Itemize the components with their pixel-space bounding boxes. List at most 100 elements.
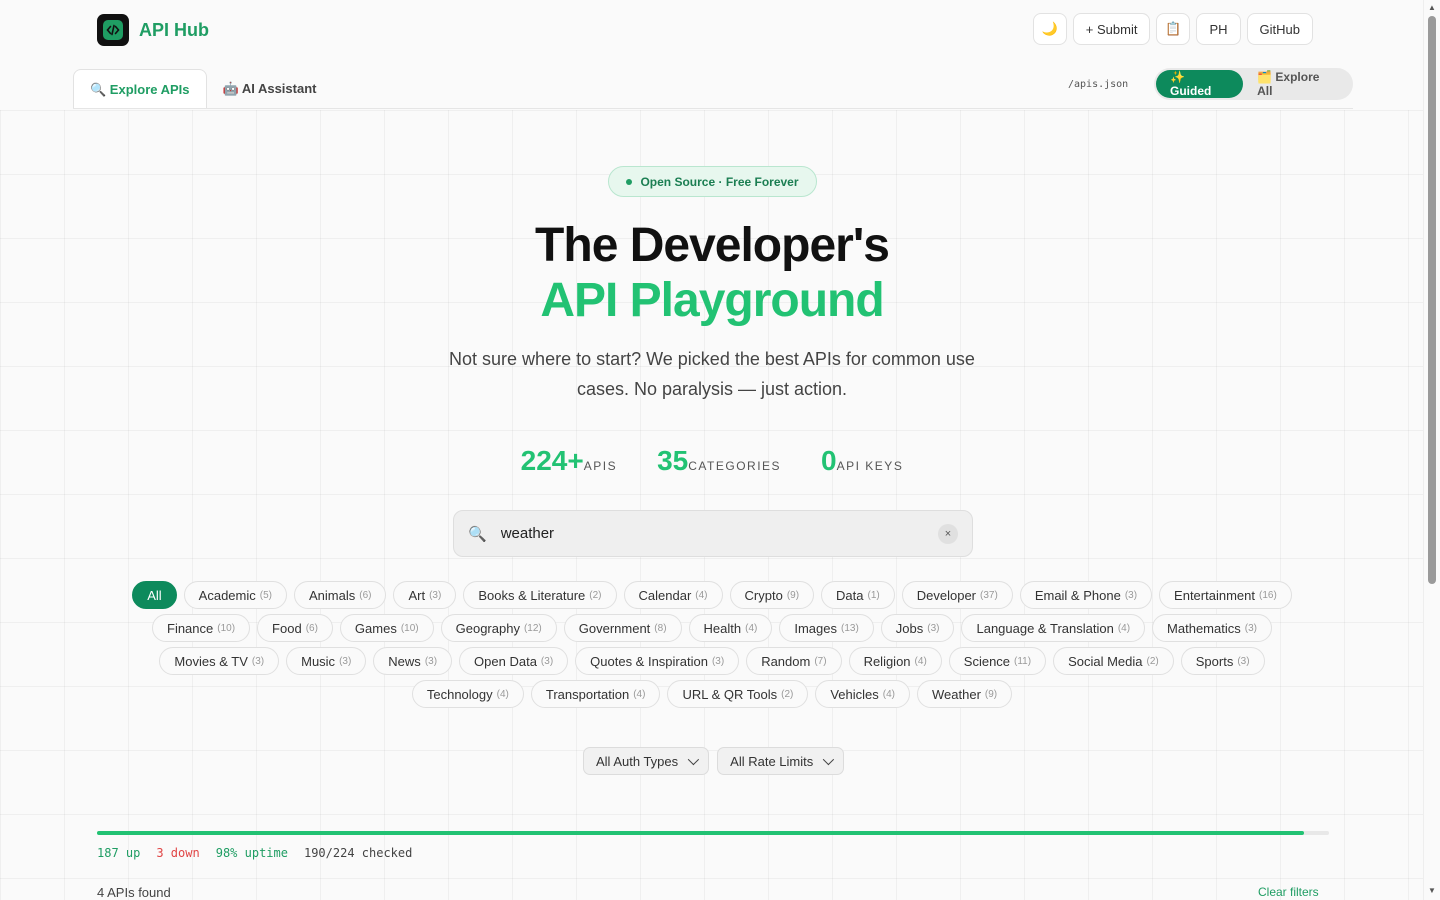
category-chip-count: (6)	[305, 622, 318, 634]
guided-mode-button[interactable]: ✨ Guided	[1156, 70, 1244, 98]
github-button[interactable]: GitHub	[1246, 13, 1313, 45]
category-chip-count: (8)	[654, 622, 667, 634]
category-chip-open-data[interactable]: Open Data (3)	[459, 647, 569, 675]
category-chip-label: Finance	[167, 620, 214, 636]
category-chip-count: (3)	[251, 655, 265, 667]
category-chip-jobs[interactable]: Jobs (3)	[880, 614, 955, 642]
category-chip-label: Art	[408, 587, 426, 603]
stat-api-keys: 0 API KEYS	[821, 445, 903, 477]
category-chip-crypto[interactable]: Crypto (9)	[729, 581, 815, 609]
category-chip-geography[interactable]: Geography (12)	[440, 614, 557, 642]
category-chip-health[interactable]: Health (4)	[688, 614, 773, 642]
category-chip-weather[interactable]: Weather (9)	[917, 680, 1013, 708]
stat-apis: 224+ APIS	[521, 445, 617, 477]
category-chip-images[interactable]: Images (13)	[779, 614, 874, 642]
category-chip-quotes-inspiration[interactable]: Quotes & Inspiration (3)	[575, 647, 740, 675]
category-chip-data[interactable]: Data (1)	[821, 581, 895, 609]
theme-toggle-button[interactable]: 🌙	[1032, 13, 1067, 45]
category-chip-label: Music	[301, 653, 336, 669]
category-chip-sports[interactable]: Sports (3)	[1180, 647, 1265, 675]
category-chip-vehicles[interactable]: Vehicles (4)	[815, 680, 910, 708]
tab-ai-assistant[interactable]: 🤖 AI Assistant	[207, 69, 333, 109]
category-chip-government[interactable]: Government (8)	[563, 614, 682, 642]
category-chip-count: (10)	[400, 622, 419, 634]
category-chip-count: (1)	[867, 589, 880, 601]
category-chip-calendar[interactable]: Calendar (4)	[623, 581, 723, 609]
category-chip-language-translation[interactable]: Language & Translation (4)	[961, 614, 1146, 642]
health-status: 187 up 3 down 98% uptime 190/224 checked	[97, 846, 412, 860]
clear-filters-link[interactable]: Clear filters	[1258, 885, 1319, 899]
scroll-down-arrow-icon[interactable]: ▼	[1428, 886, 1436, 895]
category-chip-games[interactable]: Games (10)	[339, 614, 434, 642]
category-chip-label: Religion	[863, 653, 911, 669]
search-bar: 🔍 ×	[453, 510, 973, 557]
category-chip-count: (2)	[781, 688, 794, 700]
category-chip-books-literature[interactable]: Books & Literature (2)	[463, 581, 617, 609]
scrollbar-thumb[interactable]	[1428, 16, 1436, 584]
product-hunt-button[interactable]: PH	[1196, 13, 1241, 45]
category-chip-count: (4)	[695, 589, 708, 601]
category-chip-label: Animals	[308, 587, 356, 603]
category-chip-label: Email & Phone	[1034, 587, 1121, 603]
category-chip-count: (4)	[633, 688, 646, 700]
chevron-down-icon	[822, 753, 835, 766]
category-chip-news[interactable]: News (3)	[373, 647, 453, 675]
rate-limit-value: All Rate Limits	[730, 753, 814, 769]
checked-count: 190/224 checked	[303, 846, 413, 860]
category-chip-count: (3)	[429, 589, 442, 601]
clear-search-button[interactable]: ×	[938, 523, 958, 544]
category-chip-label: Language & Translation	[976, 620, 1114, 636]
category-chip-label: Random	[761, 653, 811, 669]
category-chip-food[interactable]: Food (6)	[257, 614, 333, 642]
category-chip-label: Quotes & Inspiration	[590, 653, 708, 669]
scroll-up-arrow-icon[interactable]: ▲	[1428, 3, 1436, 12]
category-chip-social-media[interactable]: Social Media (2)	[1053, 647, 1174, 675]
rate-limit-select[interactable]: All Rate Limits	[717, 747, 845, 775]
category-chip-religion[interactable]: Religion (4)	[848, 647, 942, 675]
category-chip-developer[interactable]: Developer (37)	[901, 581, 1013, 609]
category-chip-music[interactable]: Music (3)	[286, 647, 367, 675]
apis-json-link[interactable]: /apis.json	[1068, 79, 1128, 90]
up-count: 187 up	[97, 846, 141, 860]
explore-all-mode-button[interactable]: 🗂️ Explore All	[1243, 70, 1351, 98]
category-chip-label: Health	[703, 620, 742, 636]
category-chip-label: Academic	[198, 587, 256, 603]
page-scrollbar[interactable]: ▲ ▼	[1423, 0, 1440, 900]
category-chip-label: Government	[578, 620, 651, 636]
auth-type-select[interactable]: All Auth Types	[583, 747, 710, 775]
category-chip-random[interactable]: Random (7)	[746, 647, 842, 675]
category-chip-label: URL & QR Tools	[682, 686, 778, 702]
category-chip-all[interactable]: All	[132, 581, 177, 609]
category-chip-label: Open Data	[474, 653, 537, 669]
tab-explore-apis[interactable]: 🔍 Explore APIs	[73, 69, 207, 109]
clipboard-button[interactable]: 📋	[1156, 13, 1191, 45]
stat-categories: 35 CATEGORIES	[657, 445, 781, 477]
category-chip-count: (3)	[1124, 589, 1138, 601]
category-chip-movies-tv[interactable]: Movies & TV (3)	[159, 647, 280, 675]
search-input[interactable]	[498, 524, 938, 543]
category-chip-technology[interactable]: Technology (4)	[411, 680, 524, 708]
category-chip-label: Mathematics	[1167, 620, 1241, 636]
submit-button[interactable]: + Submit	[1072, 13, 1151, 45]
category-chip-count: (37)	[980, 589, 998, 601]
category-chip-label: Weather	[932, 686, 981, 702]
code-icon	[97, 14, 129, 46]
category-chip-academic[interactable]: Academic (5)	[183, 581, 287, 609]
category-chip-count: (2)	[1146, 655, 1159, 667]
category-chip-label: Sports	[1195, 653, 1234, 669]
logo[interactable]: API Hub	[97, 14, 209, 46]
category-chip-finance[interactable]: Finance (10)	[152, 614, 251, 642]
open-source-badge: Open Source · Free Forever	[608, 166, 817, 197]
category-chip-email-phone[interactable]: Email & Phone (3)	[1019, 581, 1153, 609]
category-chip-transportation[interactable]: Transportation (4)	[530, 680, 661, 708]
category-chip-url-qr-tools[interactable]: URL & QR Tools (2)	[667, 680, 809, 708]
category-chip-entertainment[interactable]: Entertainment (16)	[1159, 581, 1292, 609]
category-chip-mathematics[interactable]: Mathematics (3)	[1152, 614, 1272, 642]
down-count: 3 down	[156, 846, 200, 860]
category-chip-count: (4)	[882, 688, 895, 700]
category-chip-science[interactable]: Science (11)	[948, 647, 1047, 675]
category-chip-count: (6)	[359, 589, 372, 601]
category-chip-art[interactable]: Art (3)	[393, 581, 457, 609]
category-chip-animals[interactable]: Animals (6)	[293, 581, 387, 609]
category-chip-count: (7)	[814, 655, 827, 667]
